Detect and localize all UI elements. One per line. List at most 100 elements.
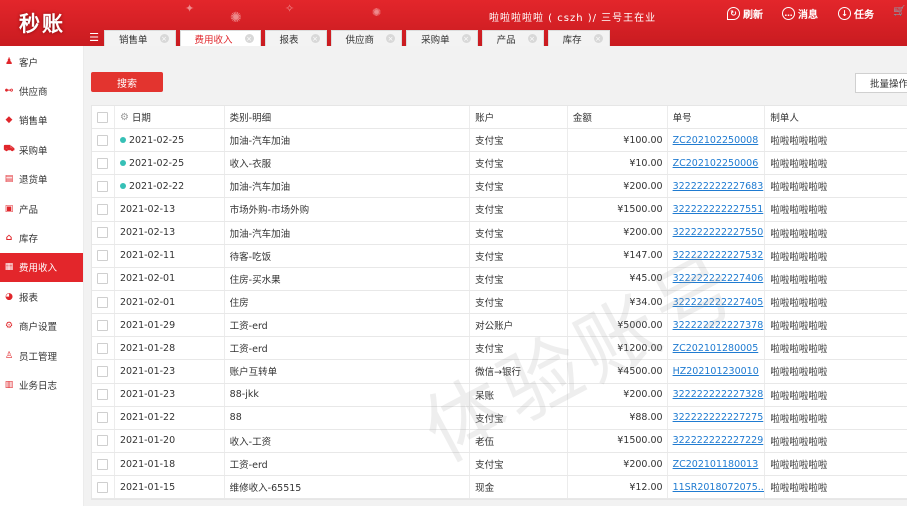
close-icon[interactable]: × bbox=[244, 34, 254, 43]
batch-operation-button[interactable]: 批量操作 bbox=[855, 73, 907, 93]
table-row[interactable]: 2021-02-25 加油-汽车加油 支付宝 ¥100.00 ZC20210225000… bbox=[92, 129, 907, 153]
order-number-link[interactable]: ZC202101180013 bbox=[673, 459, 759, 470]
row-checkbox[interactable] bbox=[97, 389, 109, 401]
date-text: 2021-02-13 bbox=[119, 203, 176, 215]
table-row[interactable]: 2021-01-28 工资-erd 支付宝 ¥1200.00 ZC20210128000… bbox=[92, 337, 907, 361]
user-info[interactable]: 啦啦啦啦啦 ( cszh )/ 三号王在业 bbox=[489, 9, 656, 24]
sidebar-item-product[interactable]: ▣ 产品 bbox=[0, 194, 83, 223]
order-number-link[interactable]: 322222222227405 bbox=[673, 297, 764, 308]
order-number-link[interactable]: 322222222227683 bbox=[673, 181, 764, 192]
order-number-link[interactable]: 322222222227229 bbox=[673, 435, 764, 446]
row-checkbox[interactable] bbox=[97, 296, 109, 308]
sidebar-item-log[interactable]: ▥ 业务日志 bbox=[0, 370, 83, 399]
tab-product[interactable]: 产品 × bbox=[481, 30, 544, 46]
row-checkbox[interactable] bbox=[97, 365, 109, 377]
message-button[interactable]: … 消息 bbox=[782, 6, 818, 21]
search-button[interactable]: 搜索 bbox=[91, 72, 163, 92]
sidebar-item-merchant-settings[interactable]: ⚙ 商户设置 bbox=[0, 312, 83, 341]
row-select-cell bbox=[92, 429, 115, 452]
row-checkbox[interactable] bbox=[97, 412, 109, 424]
tab-label: 销售单 bbox=[119, 34, 148, 46]
row-checkbox[interactable] bbox=[97, 435, 109, 447]
tab-supplier[interactable]: 供应商 × bbox=[330, 30, 403, 46]
task-button[interactable]: ↓ 任务 bbox=[838, 6, 874, 21]
table-row[interactable]: 2021-02-22 加油-汽车加油 支付宝 ¥200.00 3222222222276… bbox=[92, 175, 907, 199]
table-row[interactable]: 2021-01-20 收入-工资 老伍 ¥1500.00 322222222227229… bbox=[92, 429, 907, 453]
sidebar-item-supplier[interactable]: ⊷ 供应商 bbox=[0, 76, 83, 105]
close-icon[interactable]: × bbox=[593, 34, 603, 43]
table-row[interactable]: 2021-02-01 住房-买水果 支付宝 ¥45.00 322222222227406… bbox=[92, 267, 907, 291]
table-row[interactable]: 2021-02-25 收入-衣服 支付宝 ¥10.00 ZC202102250006 啦啦… bbox=[92, 152, 907, 176]
account-cell: 支付宝 bbox=[470, 290, 568, 314]
order-number-link[interactable]: ZC202102250008 bbox=[673, 135, 759, 146]
sidebar-item-purchase[interactable]: ⛟ 采购单 bbox=[0, 135, 83, 164]
table-row[interactable]: 2021-01-29 工资-erd 对公账户 ¥5000.00 322222222227… bbox=[92, 314, 907, 338]
table-row[interactable]: 2021-02-11 待客-吃饭 支付宝 ¥147.00 322222222227532… bbox=[92, 244, 907, 268]
close-icon[interactable]: × bbox=[527, 34, 537, 43]
sidebar-item-sales[interactable]: ◆ 销售单 bbox=[0, 106, 83, 135]
row-checkbox[interactable] bbox=[97, 203, 109, 215]
sidebar-item-label: 员工管理 bbox=[19, 351, 58, 363]
sidebar-item-report[interactable]: ◕ 报表 bbox=[0, 282, 83, 311]
order-number-link[interactable]: 322222222227550 bbox=[673, 227, 764, 238]
close-icon[interactable]: × bbox=[310, 34, 320, 43]
sidebar-item-return[interactable]: ▤ 退货单 bbox=[0, 165, 83, 194]
gear-icon[interactable]: ⚙ bbox=[120, 112, 129, 123]
row-checkbox[interactable] bbox=[97, 134, 109, 146]
order-number-link[interactable]: 11SR2018072075... bbox=[673, 482, 765, 493]
sidebar-item-inventory[interactable]: ⌂ 库存 bbox=[0, 223, 83, 252]
date-cell: 2021-01-29 bbox=[115, 314, 225, 337]
sidebar-item-label: 销售单 bbox=[19, 116, 48, 128]
row-checkbox[interactable] bbox=[97, 319, 109, 331]
row-checkbox[interactable] bbox=[97, 458, 109, 470]
cart-icon[interactable]: 🛒 bbox=[893, 6, 905, 17]
table-row[interactable]: 2021-01-18 工资-erd 支付宝 ¥200.00 ZC202101180013… bbox=[92, 452, 907, 477]
order-number-link[interactable]: 322222222227532 bbox=[673, 250, 764, 261]
row-checkbox[interactable] bbox=[97, 481, 109, 493]
sidebar-item-expense-income[interactable]: ▦ 费用收入 bbox=[0, 252, 83, 283]
table-row[interactable]: 2021-01-22 88 支付宝 ¥88.00 322222222227275 啦啦啦啦… bbox=[92, 406, 907, 430]
settings-icon: ⚙ bbox=[4, 321, 14, 332]
close-icon[interactable]: × bbox=[386, 34, 396, 43]
close-icon[interactable]: × bbox=[461, 34, 471, 43]
refresh-button[interactable]: ↻ 刷新 bbox=[727, 6, 763, 21]
tab-purchase[interactable]: 采购单 × bbox=[406, 30, 478, 46]
row-checkbox[interactable] bbox=[97, 342, 109, 354]
task-label: 任务 bbox=[854, 10, 874, 21]
close-icon[interactable]: × bbox=[159, 34, 169, 43]
order-number-link[interactable]: 322222222227328 bbox=[673, 389, 764, 400]
table-row[interactable]: 2021-02-13 加油-汽车加油 支付宝 ¥200.00 3222222222275… bbox=[92, 221, 907, 245]
maker-cell: 啦啦啦啦啦啦 bbox=[770, 228, 828, 240]
table-row[interactable]: 2021-02-13 市场外购-市场外购 支付宝 ¥1500.00 3222222222… bbox=[92, 198, 907, 222]
order-number-link[interactable]: HZ202101230010 bbox=[673, 366, 759, 377]
row-checkbox[interactable] bbox=[97, 157, 109, 169]
sidebar-item-staff[interactable]: ♙ 员工管理 bbox=[0, 341, 83, 370]
tab-expense-income[interactable]: 费用收入 × bbox=[179, 30, 261, 46]
row-checkbox[interactable] bbox=[97, 227, 109, 239]
order-number-link[interactable]: 322222222227406 bbox=[673, 273, 764, 284]
row-checkbox[interactable] bbox=[97, 250, 109, 262]
order-number-link[interactable]: ZC202102250006 bbox=[673, 158, 759, 169]
category-cell: 加油-汽车加油 bbox=[225, 175, 471, 198]
date-text: 2021-02-01 bbox=[119, 273, 176, 285]
tab-inventory[interactable]: 库存 × bbox=[547, 30, 610, 46]
date-cell: 2021-02-13 bbox=[115, 221, 225, 244]
tab-report[interactable]: 报表 × bbox=[264, 30, 327, 46]
table-row[interactable]: 2021-01-15 维修收入-65515 现金 ¥12.00 11SR20180720… bbox=[92, 476, 907, 500]
order-number-link[interactable]: 322222222227275 bbox=[673, 412, 764, 423]
header-date[interactable]: ⚙ 日期 bbox=[115, 106, 225, 128]
table-row[interactable]: 2021-02-01 住房 支付宝 ¥34.00 322222222227405 啦啦啦啦… bbox=[92, 290, 907, 315]
order-number-link[interactable]: 322222222227378 bbox=[673, 320, 764, 331]
order-number-link[interactable]: ZC202101280005 bbox=[673, 343, 759, 354]
app-logo[interactable]: 秒账 bbox=[0, 0, 84, 46]
row-checkbox[interactable] bbox=[97, 180, 109, 192]
sidebar-item-customer[interactable]: ♟ 客户 bbox=[0, 47, 83, 76]
table-row[interactable]: 2021-01-23 88-jkk 呆账 ¥200.00 322222222227328… bbox=[92, 383, 907, 407]
sidebar-item-label: 产品 bbox=[19, 204, 39, 216]
table-row[interactable]: 2021-01-23 账户互转单 微信→银行 ¥4500.00 HZ2021012300… bbox=[92, 360, 907, 384]
tab-sales[interactable]: 销售单 × bbox=[104, 30, 176, 46]
select-all-checkbox[interactable] bbox=[97, 111, 109, 123]
row-checkbox[interactable] bbox=[97, 273, 109, 285]
order-number-link[interactable]: 322222222227551 bbox=[673, 204, 764, 215]
menu-toggle-icon[interactable]: ☰ bbox=[84, 28, 104, 46]
